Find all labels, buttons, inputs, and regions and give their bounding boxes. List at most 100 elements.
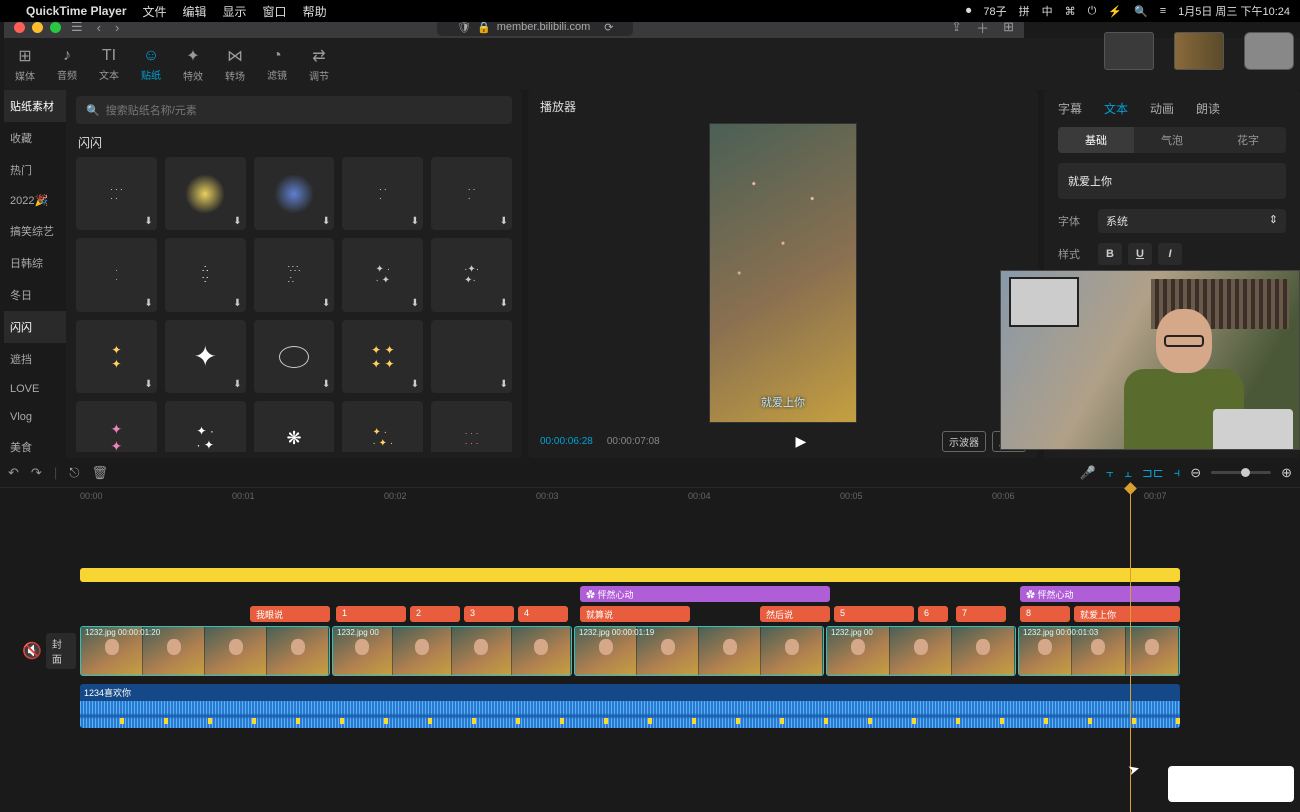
minimize-window-icon[interactable] <box>32 22 43 33</box>
text-content-input[interactable]: 就爱上你 <box>1058 163 1286 199</box>
status-ime1[interactable]: 拼 <box>1019 3 1030 19</box>
desktop-file-1[interactable] <box>1104 32 1154 70</box>
sticker-item[interactable]: ∵∴∴⬇ <box>254 238 335 311</box>
tool-audio[interactable]: ♪音频 <box>46 38 88 90</box>
sticker-item[interactable]: · · ·· ·⬇ <box>76 157 157 230</box>
cat-love[interactable]: LOVE <box>4 375 66 403</box>
sticker-item[interactable]: ✦ ✦✦ ✦⬇ <box>342 320 423 393</box>
sticker-track[interactable]: ✿ 怦然心动 ✿ 怦然心动 <box>80 586 1300 602</box>
bold-button[interactable]: B <box>1098 243 1122 265</box>
font-select[interactable]: 系统 ⇕ <box>1098 209 1286 233</box>
cat-sticker-material[interactable]: 贴纸素材 <box>4 90 66 122</box>
underline-button[interactable]: U <box>1128 243 1152 265</box>
audio-track[interactable]: 1234喜欢你 <box>80 684 1300 728</box>
floating-panel[interactable] <box>1168 766 1294 802</box>
subtitle-track[interactable]: 我眼说1234就算说然后说5678就爱上你 <box>80 606 1300 622</box>
subtitle-clip[interactable]: 5 <box>834 606 914 622</box>
sticker-item[interactable]: ✦ ·· ✦⬇ <box>165 401 246 452</box>
desktop-drive[interactable] <box>1244 32 1294 70</box>
status-battery-icon[interactable]: ⚡ <box>1108 5 1122 18</box>
tool-effect[interactable]: ✦特效 <box>172 38 214 90</box>
sticker-item[interactable]: ·✦·✦·⬇ <box>431 238 512 311</box>
tab-read[interactable]: 朗读 <box>1196 100 1220 117</box>
cat-sparkle[interactable]: 闪闪 <box>4 311 66 343</box>
sticker-clip[interactable]: ✿ 怦然心动 <box>1020 586 1180 602</box>
video-track[interactable]: 🔇 封面 1232.jpg 00:00:01:20 1232.jpg 00 12… <box>80 626 1300 676</box>
sticker-item[interactable]: ✦ ·· ✦ ·⬇ <box>342 401 423 452</box>
status-rec-icon[interactable]: ⏺ <box>966 5 972 18</box>
tool-filter[interactable]: ◔滤镜 <box>256 38 298 90</box>
cat-mask[interactable]: 遮挡 <box>4 343 66 375</box>
mute-icon[interactable]: 🔇 <box>22 641 42 661</box>
app-name[interactable]: QuickTime Player <box>26 4 127 18</box>
menu-view[interactable]: 显示 <box>223 3 247 20</box>
cat-hot[interactable]: 热门 <box>4 154 66 186</box>
italic-button[interactable]: I <box>1158 243 1182 265</box>
undo-button[interactable]: ↶ <box>8 465 19 481</box>
sticker-clip[interactable]: ✿ 怦然心动 <box>580 586 830 602</box>
tool-text[interactable]: TI文本 <box>88 38 130 90</box>
sticker-item[interactable]: · ··⬇ <box>342 157 423 230</box>
subtitle-clip[interactable]: 就爱上你 <box>1074 606 1180 622</box>
cat-favorites[interactable]: 收藏 <box>4 122 66 154</box>
sticker-item[interactable]: ⬇ <box>254 320 335 393</box>
preview-subtitle-text[interactable]: 就爱上你 <box>710 394 856 410</box>
close-window-icon[interactable] <box>14 22 25 33</box>
subtitle-clip[interactable]: 8 <box>1020 606 1070 622</box>
tool-2-icon[interactable]: ⫠ <box>1124 465 1132 481</box>
cover-button[interactable]: 封面 <box>46 633 76 669</box>
tool-1-icon[interactable]: ⫟ <box>1106 465 1114 481</box>
status-cmd-icon[interactable]: ⌘ <box>1065 5 1076 18</box>
sticker-item[interactable]: ⬇ <box>254 157 335 230</box>
split-button[interactable]: ⎋ <box>69 465 79 481</box>
magnet-icon[interactable]: ⊐⊏ <box>1142 465 1164 481</box>
subtitle-clip[interactable]: 然后说 <box>760 606 830 622</box>
menu-edit[interactable]: 编辑 <box>183 3 207 20</box>
tool-transition[interactable]: ⋈转场 <box>214 38 256 90</box>
menu-window[interactable]: 窗口 <box>263 3 287 20</box>
sticker-item[interactable]: · · ·⬇ <box>431 157 512 230</box>
preview-viewport[interactable]: 就爱上你 <box>528 123 1038 423</box>
video-clip-2[interactable]: 1232.jpg 00 <box>332 626 572 676</box>
sticker-item[interactable]: ⬇ <box>165 157 246 230</box>
subtitle-clip[interactable]: 2 <box>410 606 460 622</box>
subtab-basic[interactable]: 基础 <box>1058 127 1134 153</box>
tool-media[interactable]: ⊞媒体 <box>4 38 46 90</box>
status-control-icon[interactable]: ≡ <box>1160 5 1166 17</box>
sticker-item[interactable]: ⬇ <box>431 320 512 393</box>
play-button[interactable]: ▶ <box>674 433 928 450</box>
delete-button[interactable]: 🗑 <box>92 465 109 481</box>
subtitle-clip[interactable]: 6 <box>918 606 948 622</box>
cat-funny[interactable]: 搞笑综艺 <box>4 215 66 247</box>
status-power-icon[interactable]: ⏻ <box>1088 5 1097 18</box>
subtitle-clip[interactable]: 我眼说 <box>250 606 330 622</box>
cat-jpkr[interactable]: 日韩综 <box>4 247 66 279</box>
sticker-item[interactable]: · · ·· · ·⬇ <box>431 401 512 452</box>
subtitle-clip[interactable]: 7 <box>956 606 1006 622</box>
zoom-out-icon[interactable]: ⊖ <box>1190 465 1201 481</box>
tool-adjust[interactable]: ⇄调节 <box>298 38 340 90</box>
menu-file[interactable]: 文件 <box>143 3 167 20</box>
sticker-item[interactable]: ∴∵⬇ <box>165 238 246 311</box>
cat-winter[interactable]: 冬日 <box>4 279 66 311</box>
zoom-in-icon[interactable]: ⊕ <box>1281 465 1292 481</box>
subtab-bubble[interactable]: 气泡 <box>1134 127 1210 153</box>
oscilloscope-button[interactable]: 示波器 <box>942 431 986 452</box>
subtab-fancy[interactable]: 花字 <box>1210 127 1286 153</box>
subtitle-clip[interactable]: 4 <box>518 606 568 622</box>
sticker-item[interactable]: ✦✦⬇ <box>76 401 157 452</box>
video-clip-1[interactable]: 1232.jpg 00:00:01:20 <box>80 626 330 676</box>
effect-clip[interactable] <box>80 568 1180 582</box>
cat-2022[interactable]: 2022🎉 <box>4 186 66 215</box>
sticker-item[interactable]: ✦ ·· ✦⬇ <box>342 238 423 311</box>
status-datetime[interactable]: 1月5日 周三 下午10:24 <box>1178 3 1290 19</box>
audio-clip[interactable]: 1234喜欢你 <box>80 684 1180 728</box>
menu-help[interactable]: 帮助 <box>303 3 327 20</box>
subtitle-clip[interactable]: 1 <box>336 606 406 622</box>
tab-text[interactable]: 文本 <box>1104 100 1128 117</box>
desktop-file-2[interactable] <box>1174 32 1224 70</box>
zoom-slider[interactable] <box>1211 471 1271 474</box>
sticker-item[interactable]: ✦ ✦⬇ <box>76 320 157 393</box>
tab-animation[interactable]: 动画 <box>1150 100 1174 117</box>
video-clip-4[interactable]: 1232.jpg 00 <box>826 626 1016 676</box>
